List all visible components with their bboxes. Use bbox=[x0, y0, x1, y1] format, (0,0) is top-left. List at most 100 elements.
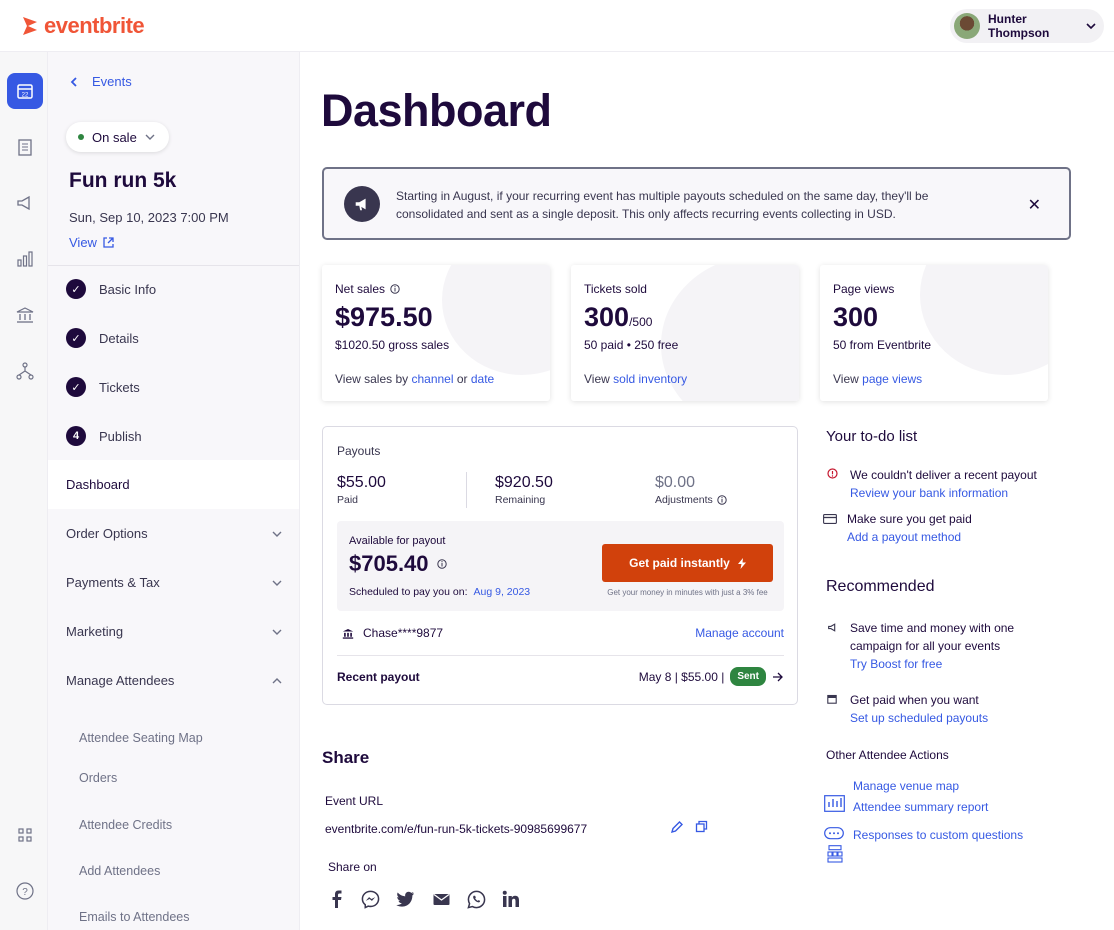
twitter-icon[interactable] bbox=[394, 888, 416, 910]
nav-add-attendees[interactable]: Add Attendees bbox=[79, 864, 160, 878]
back-to-events-link[interactable]: Events bbox=[70, 74, 132, 89]
gross-sales: $1020.50 gross sales bbox=[335, 338, 450, 352]
payouts-panel: Payouts $55.00 Paid $920.50 Remaining $0… bbox=[322, 426, 798, 705]
chevron-down-icon bbox=[272, 580, 282, 586]
rail-organization[interactable] bbox=[7, 353, 43, 389]
nav-dashboard[interactable]: Dashboard bbox=[48, 460, 299, 509]
page-views-link[interactable]: page views bbox=[862, 372, 922, 386]
messenger-icon[interactable] bbox=[359, 888, 381, 910]
todo-item: We couldn't deliver a recent payout Revi… bbox=[823, 466, 1037, 502]
available-payout-box: Available for payout $705.40 Scheduled t… bbox=[337, 521, 784, 611]
page-views-value: 300 bbox=[833, 302, 879, 332]
orders-list-icon bbox=[18, 139, 32, 156]
footer-text: or bbox=[453, 372, 471, 386]
card-footer: View sold inventory bbox=[584, 372, 687, 386]
share-on-label: Share on bbox=[328, 860, 377, 874]
sold-inventory-link[interactable]: sold inventory bbox=[613, 372, 687, 386]
user-name: Hunter Thompson bbox=[988, 12, 1050, 40]
event-sidebar: Events On sale Fun run 5k Sun, Sep 10, 2… bbox=[48, 52, 300, 930]
recent-payout-details: May 8 | $55.00 | Sent bbox=[639, 667, 784, 686]
review-bank-link[interactable]: Review your bank information bbox=[850, 486, 1008, 500]
available-label: Available for payout bbox=[349, 535, 446, 547]
scheduled-payouts-link[interactable]: Set up scheduled payouts bbox=[850, 711, 988, 725]
custom-questions-link[interactable]: Responses to custom questions bbox=[853, 828, 1023, 842]
top-bar: eventbrite Hunter Thompson bbox=[0, 0, 1114, 52]
date-link[interactable]: date bbox=[471, 372, 494, 386]
todo-title: Your to-do list bbox=[826, 428, 918, 445]
tickets-sold-label: Tickets sold bbox=[584, 282, 647, 296]
nav-marketing[interactable]: Marketing bbox=[48, 607, 299, 656]
user-menu[interactable]: Hunter Thompson bbox=[950, 9, 1104, 43]
nav-payments-tax[interactable]: Payments & Tax bbox=[48, 558, 299, 607]
rail-marketing[interactable] bbox=[7, 185, 43, 221]
step-label: Publish bbox=[99, 428, 142, 444]
lightning-icon bbox=[737, 557, 746, 569]
remaining-stat: $920.50 Remaining bbox=[495, 474, 553, 506]
step-basic-info[interactable]: ✓ Basic Info bbox=[66, 279, 156, 299]
get-paid-instantly-button[interactable]: Get paid instantly bbox=[602, 544, 773, 582]
fee-note: Get your money in minutes with just a 3%… bbox=[607, 588, 768, 597]
info-icon[interactable] bbox=[390, 284, 400, 294]
step-details[interactable]: ✓ Details bbox=[66, 328, 139, 348]
card-decoration bbox=[920, 265, 1048, 375]
todo-text: Make sure you get paid bbox=[847, 512, 972, 526]
rail-apps[interactable] bbox=[7, 817, 43, 853]
copy-icon[interactable] bbox=[695, 820, 708, 838]
status-dropdown[interactable]: On sale bbox=[66, 122, 169, 152]
alert-icon bbox=[827, 468, 838, 479]
rail-help[interactable]: ? bbox=[7, 873, 43, 909]
status-badge: Sent bbox=[730, 667, 766, 686]
nav-label: Order Options bbox=[66, 526, 148, 541]
info-icon[interactable] bbox=[436, 559, 447, 569]
nav-manage-attendees[interactable]: Manage Attendees bbox=[48, 656, 299, 705]
rail-finance[interactable] bbox=[7, 297, 43, 333]
channel-link[interactable]: channel bbox=[411, 372, 453, 386]
scheduled-date-link[interactable]: Aug 9, 2023 bbox=[474, 586, 531, 598]
credit-card-icon bbox=[823, 514, 837, 524]
linkedin-icon[interactable] bbox=[500, 888, 522, 910]
eventbrite-logo[interactable]: eventbrite bbox=[20, 13, 145, 39]
status-dot bbox=[78, 134, 84, 140]
rail-reports[interactable] bbox=[7, 241, 43, 277]
recent-payout-label: Recent payout bbox=[337, 669, 420, 684]
rail-orders[interactable] bbox=[7, 129, 43, 165]
nav-orders[interactable]: Orders bbox=[79, 771, 117, 785]
try-boost-link[interactable]: Try Boost for free bbox=[850, 657, 942, 671]
facebook-icon[interactable] bbox=[325, 888, 347, 910]
rail-events[interactable]: 22 bbox=[7, 73, 43, 109]
megaphone-icon bbox=[828, 623, 836, 632]
nav-attendee-seating-map[interactable]: Attendee Seating Map bbox=[79, 731, 203, 745]
pencil-icon[interactable] bbox=[670, 820, 684, 839]
step-publish[interactable]: 4 Publish bbox=[66, 426, 142, 446]
recent-payout-row[interactable]: Recent payout May 8 | $55.00 | Sent bbox=[337, 667, 784, 686]
views-breakdown: 50 from Eventbrite bbox=[833, 338, 932, 352]
nav-order-options[interactable]: Order Options bbox=[48, 509, 299, 558]
bar-chart-icon bbox=[17, 251, 33, 267]
apps-grid-icon bbox=[18, 828, 32, 842]
arrow-right-icon[interactable] bbox=[772, 672, 784, 682]
info-icon[interactable] bbox=[717, 495, 727, 505]
add-payout-method-link[interactable]: Add a payout method bbox=[847, 530, 961, 544]
attendee-summary-link[interactable]: Attendee summary report bbox=[853, 800, 988, 814]
view-event-link[interactable]: View bbox=[69, 235, 114, 250]
whatsapp-icon[interactable] bbox=[465, 888, 487, 910]
nav-attendee-credits[interactable]: Attendee Credits bbox=[79, 818, 172, 832]
chat-icon bbox=[824, 827, 844, 840]
close-icon[interactable]: ✕ bbox=[1028, 195, 1041, 215]
manage-account-link[interactable]: Manage account bbox=[695, 626, 784, 640]
recommended-item: Get paid when you want Set up scheduled … bbox=[823, 691, 988, 727]
step-tickets[interactable]: ✓ Tickets bbox=[66, 377, 140, 397]
share-title: Share bbox=[322, 748, 370, 767]
email-icon[interactable] bbox=[430, 888, 452, 910]
footer-text: View sales by bbox=[335, 372, 412, 386]
step-number: 4 bbox=[66, 426, 86, 446]
nav-emails-to-attendees[interactable]: Emails to Attendees bbox=[79, 910, 189, 924]
manage-venue-map-link[interactable]: Manage venue map bbox=[853, 779, 959, 793]
divider bbox=[466, 472, 467, 508]
check-icon: ✓ bbox=[66, 279, 86, 299]
step-label: Tickets bbox=[99, 379, 140, 395]
adjustments-value: $0.00 bbox=[655, 474, 696, 491]
tickets-breakdown: 50 paid • 250 free bbox=[584, 338, 679, 352]
event-url[interactable]: eventbrite.com/e/fun-run-5k-tickets-9098… bbox=[325, 822, 587, 836]
adjustments-stat: $0.00 Adjustments bbox=[655, 474, 727, 506]
